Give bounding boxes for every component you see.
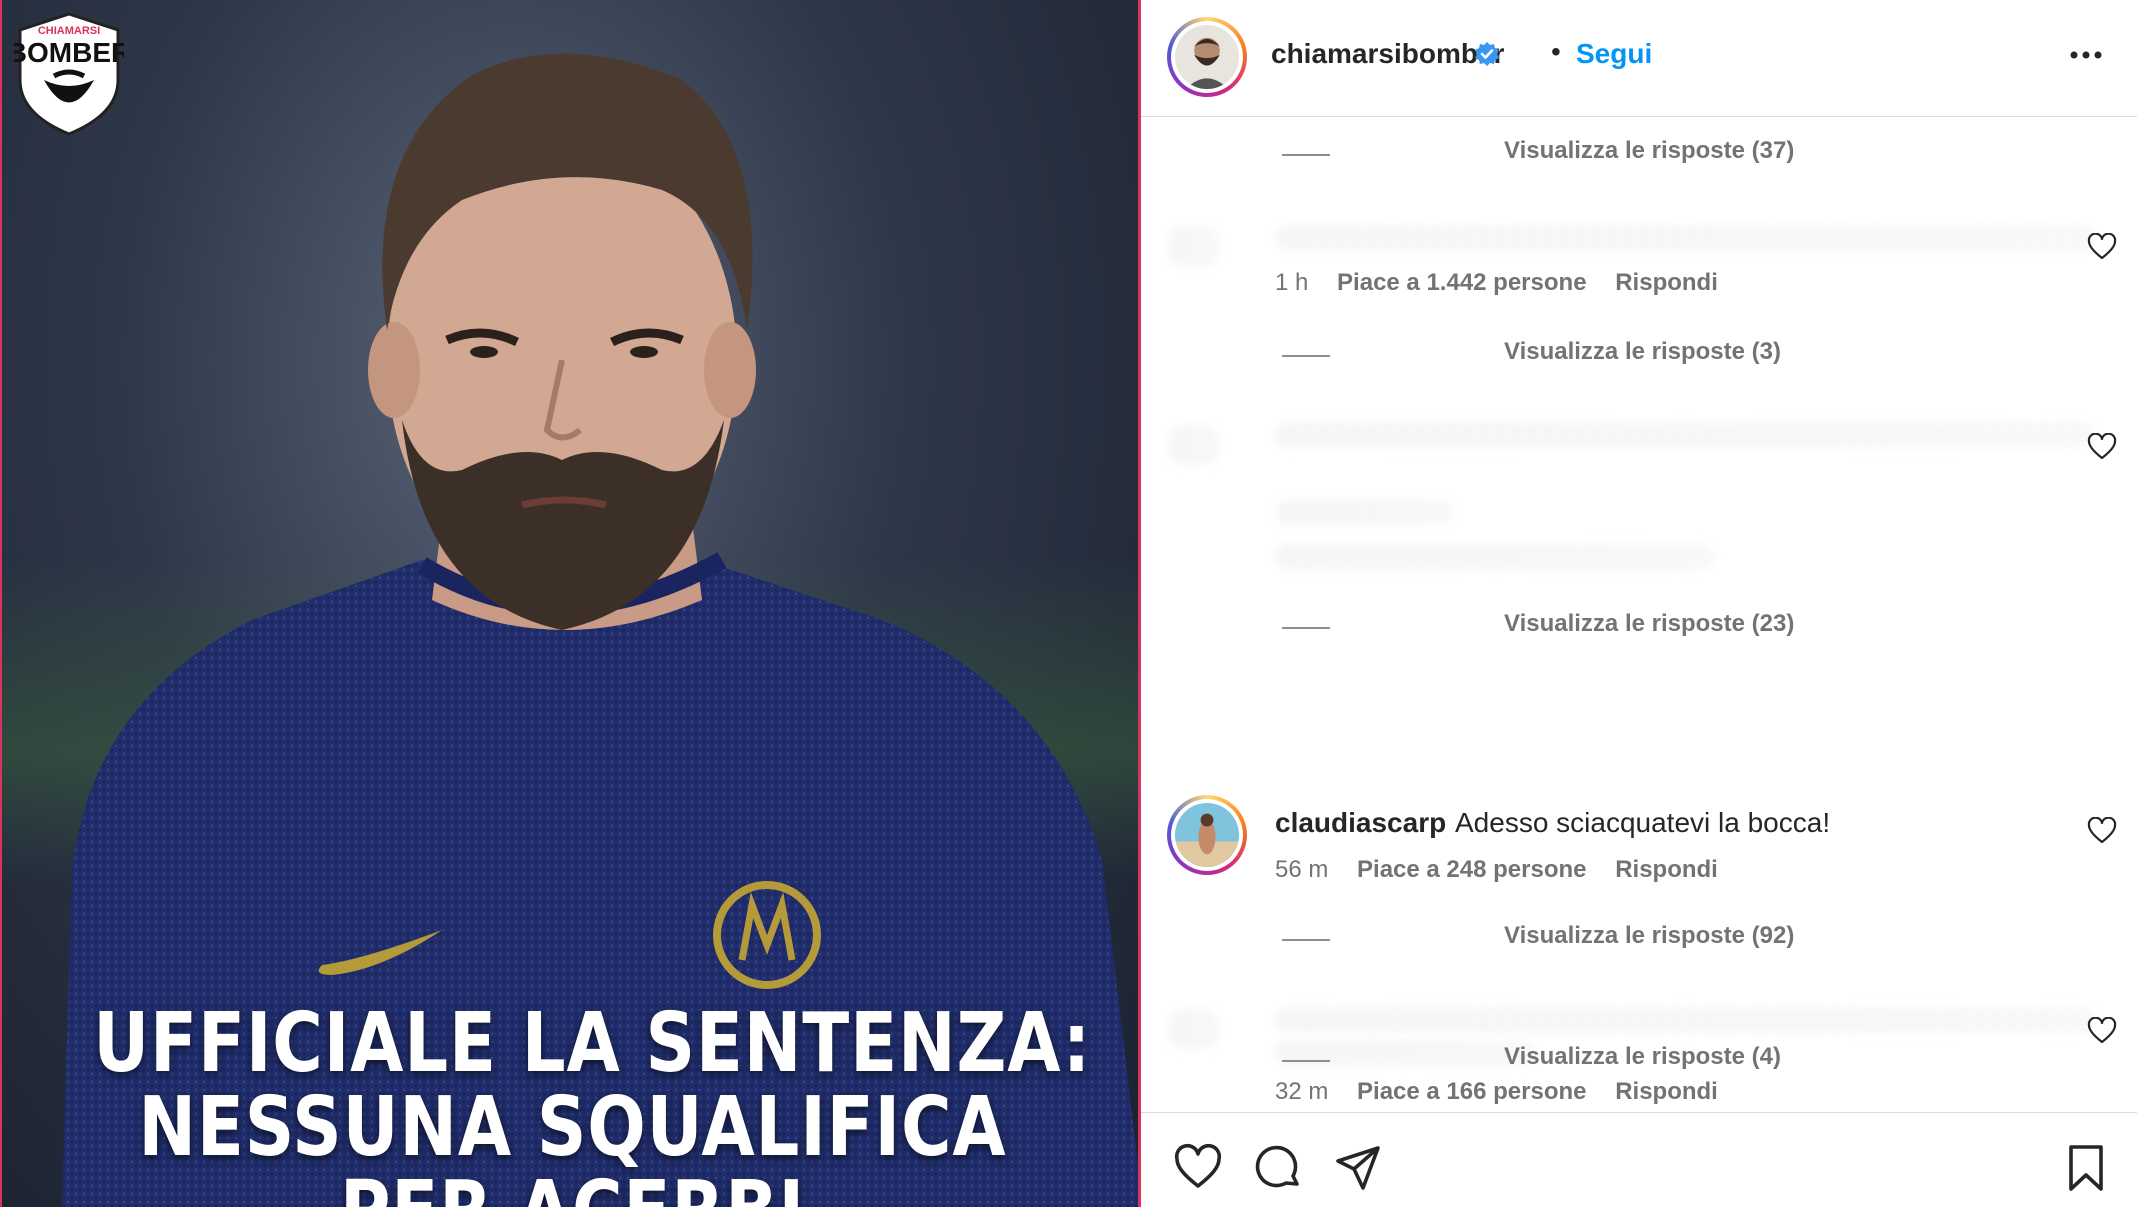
blurred-avatar — [1169, 425, 1219, 465]
comment-meta: 32 m Piace a 166 persone Rispondi — [1275, 1078, 1740, 1106]
comments-list: Visualizza le risposte (37) 1 h Piace a … — [1141, 117, 2137, 1112]
comment-likes-count[interactable]: Piace a 166 persone — [1357, 1078, 1586, 1105]
view-replies-button[interactable]: Visualizza le risposte (4) — [1282, 1043, 1982, 1077]
replies-line — [1282, 939, 1330, 941]
svg-text:BOMBER: BOMBER — [14, 37, 124, 68]
verified-badge-icon — [1475, 42, 1499, 66]
avatar-image — [1175, 25, 1239, 89]
replies-line — [1282, 355, 1330, 357]
comment-like-icon[interactable] — [2087, 1017, 2117, 1045]
comment-reply-button[interactable]: Rispondi — [1615, 856, 1718, 883]
bookmark-icon[interactable] — [2061, 1143, 2111, 1193]
blurred-comment-text — [1275, 422, 2095, 448]
comment-like-icon[interactable] — [2087, 433, 2117, 461]
comment-reply-button[interactable]: Rispondi — [1615, 269, 1718, 296]
commenter-avatar[interactable] — [1167, 795, 1247, 875]
separator-dot: • — [1551, 36, 1561, 67]
view-replies-label: Visualizza le risposte (92) — [1504, 922, 1795, 949]
comment-time: 56 m — [1275, 856, 1329, 883]
view-replies-label: Visualizza le risposte (4) — [1504, 1043, 1781, 1070]
blurred-comment-text — [1275, 499, 1455, 525]
replies-line — [1282, 1060, 1330, 1062]
comment-text: Adesso sciacquatevi la bocca! — [1455, 807, 1831, 838]
view-replies-label: Visualizza le risposte (23) — [1504, 610, 1795, 637]
comment-likes-count[interactable]: Piace a 248 persone — [1357, 856, 1586, 883]
blurred-comment-meta — [1275, 544, 1715, 570]
view-replies-button[interactable]: Visualizza le risposte (3) — [1282, 338, 1982, 372]
view-replies-button[interactable]: Visualizza le risposte (23) — [1282, 610, 1982, 644]
replies-line — [1282, 627, 1330, 629]
brand-logo: CHIAMARSI BOMBER — [14, 12, 124, 136]
view-replies-label: Visualizza le risposte (37) — [1504, 137, 1795, 164]
blurred-avatar — [1169, 1009, 1219, 1049]
replies-line — [1282, 154, 1330, 156]
blurred-comment-text — [1275, 225, 2095, 251]
post-image[interactable]: CHIAMARSI BOMBER UFFICIALE LA SENTENZA: … — [0, 0, 1141, 1207]
comment-like-icon[interactable] — [2087, 233, 2117, 261]
view-replies-label: Visualizza le risposte (3) — [1504, 338, 1781, 365]
comment-meta: 1 h Piace a 1.442 persone Rispondi — [1275, 269, 1740, 297]
post-action-bar — [1141, 1112, 2137, 1207]
author-avatar[interactable] — [1167, 17, 1247, 97]
comment-like-icon[interactable] — [2087, 817, 2117, 845]
headline-line-3: PER ACERBI — [93, 1170, 1051, 1207]
blurred-comment-text — [1275, 1007, 2095, 1033]
headline-line-2: NESSUNA SQUALIFICA — [138, 1080, 1007, 1175]
comment-time: 32 m — [1275, 1078, 1329, 1105]
commenter-username[interactable]: claudiascarp — [1275, 807, 1446, 839]
comment-meta: 56 m Piace a 248 persone Rispondi — [1275, 856, 1740, 884]
send-icon[interactable] — [1333, 1143, 1383, 1193]
comment-time: 1 h — [1275, 269, 1309, 296]
view-replies-button[interactable]: Visualizza le risposte (37) — [1282, 137, 1982, 171]
post-header: chiamarsibomber • Segui — [1141, 0, 2137, 117]
follow-button[interactable]: Segui — [1576, 38, 1652, 70]
headline-line-1: UFFICIALE LA SENTENZA: — [93, 996, 1092, 1091]
svg-text:CHIAMARSI: CHIAMARSI — [38, 25, 100, 37]
view-replies-button[interactable]: Visualizza le risposte (92) — [1282, 922, 1982, 956]
avatar-image — [1175, 803, 1239, 867]
author-username[interactable]: chiamarsibomber — [1271, 38, 1504, 70]
comment-icon[interactable] — [1253, 1143, 1303, 1193]
comment-reply-button[interactable]: Rispondi — [1615, 1078, 1718, 1105]
post-headline: UFFICIALE LA SENTENZA: NESSUNA SQUALIFIC… — [93, 996, 1092, 1207]
comment-likes-count[interactable]: Piace a 1.442 persone — [1337, 269, 1587, 296]
blurred-avatar — [1169, 227, 1219, 267]
more-horizontal-icon[interactable] — [2061, 40, 2111, 70]
heart-icon[interactable] — [1173, 1143, 1223, 1193]
comments-panel: chiamarsibomber • Segui Visualizza le ri… — [1141, 0, 2137, 1207]
